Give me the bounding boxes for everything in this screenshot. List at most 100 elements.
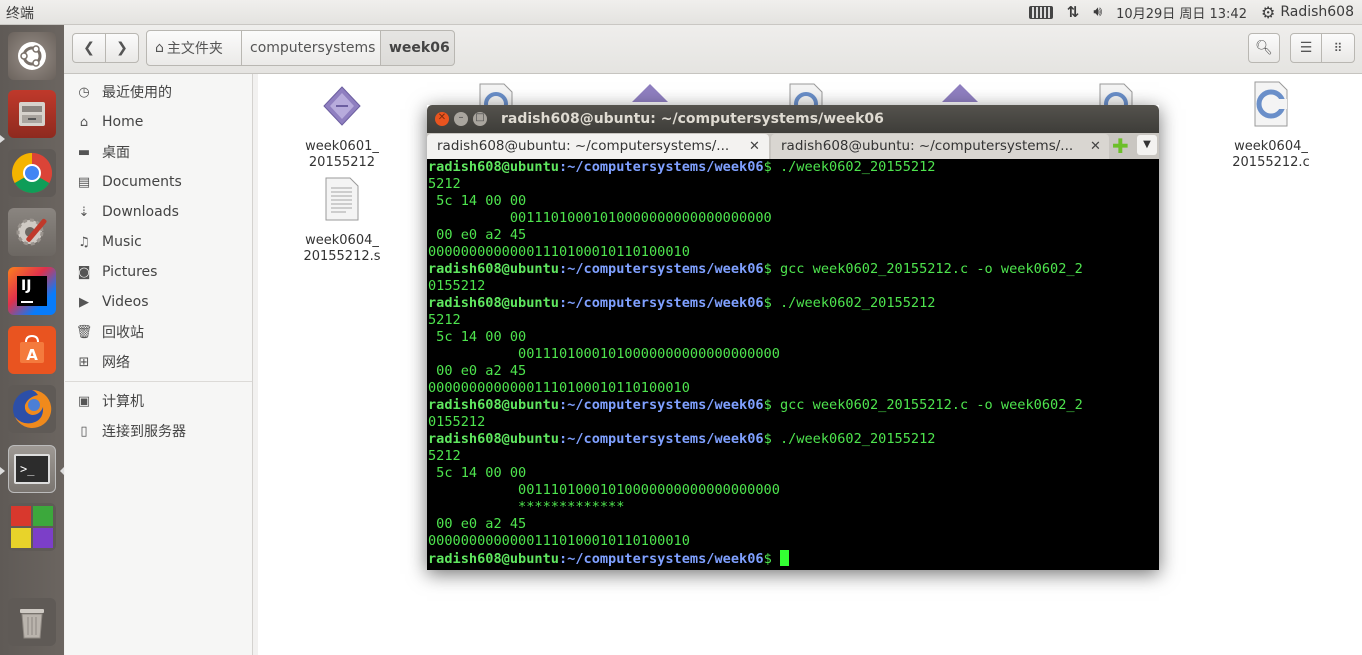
terminal-prompt-line: radish608@ubuntu:~/computersystems/week0… (428, 431, 1159, 448)
prompt-user: radish608@ubuntu (428, 551, 559, 567)
files-icon[interactable] (8, 90, 56, 138)
system-settings-icon[interactable] (8, 208, 56, 256)
forward-button[interactable]: ❯ (105, 33, 139, 63)
terminal-output-line: 00 e0 a2 45 (428, 363, 527, 379)
terminal-output-line: 00 e0 a2 45 (428, 516, 527, 532)
file-manager-toolbar: ❮ ❯ ⌂ 主文件夹 computersystems week06 🔍︎ ☰ ⠿ (64, 25, 1362, 74)
prompt-path: :~/computersystems/week06 (558, 295, 764, 311)
file-item[interactable]: week0601_ 20155212 (299, 84, 385, 171)
minimize-icon[interactable]: – (454, 112, 468, 126)
sidebar-item-home[interactable]: ⌂ Home (75, 109, 143, 135)
sidebar-item-desktop[interactable]: ▬ 桌面 (75, 139, 130, 165)
folder-icon: ▬ (77, 144, 91, 160)
chevron-left-icon: ❮ (83, 40, 95, 56)
maximize-icon[interactable]: □ (473, 112, 487, 126)
terminal-icon[interactable]: >_ (8, 445, 56, 493)
terminal-output-line: 5c 14 00 00 (428, 193, 527, 209)
prompt-symbol: $ (763, 295, 780, 311)
sidebar-item-label: Home (102, 114, 144, 130)
running-indicator (0, 135, 5, 143)
sidebar-item-documents[interactable]: ▤ Documents (75, 169, 182, 195)
file-item[interactable]: week0604_ 20155212.c (1228, 80, 1314, 171)
terminal-output[interactable]: radish608@ubuntu:~/computersystems/week0… (427, 159, 1159, 570)
terminal-output-line: 00000000000001110100010110100010 (428, 244, 690, 260)
running-indicator (0, 467, 5, 475)
search-button[interactable]: 🔍︎ (1248, 33, 1280, 63)
video-icon: ▶ (79, 294, 89, 310)
terminal-prompt-line: radish608@ubuntu:~/computersystems/week0… (428, 159, 1159, 176)
breadcrumb-week06[interactable]: week06 (380, 30, 455, 66)
network-icon: ⊞ (78, 354, 90, 370)
terminal-tab-1[interactable]: radish608@ubuntu: ~/computersystems/... … (427, 134, 769, 159)
sidebar-item-trash[interactable]: 🗑︎ 回收站 (75, 319, 144, 345)
firefox-icon[interactable] (8, 385, 56, 433)
volume-icon[interactable]: 🔊︎ (1093, 4, 1102, 20)
breadcrumb-label: 主文件夹 (166, 41, 223, 57)
sidebar-item-label: Downloads (102, 204, 179, 220)
sidebar-item-label: 计算机 (102, 394, 144, 410)
breadcrumb-home[interactable]: ⌂ 主文件夹 (146, 30, 242, 66)
sidebar-item-computer[interactable]: ▣ 计算机 (75, 388, 144, 414)
terminal-output-line: 00000000000001110100010110100010 (428, 380, 690, 396)
prompt-user: radish608@ubuntu (428, 295, 559, 311)
back-button[interactable]: ❮ (72, 33, 106, 63)
sidebar-item-label: 桌面 (102, 145, 130, 161)
prompt-symbol: $ (763, 159, 780, 175)
prompt-path: :~/computersystems/week06 (558, 551, 764, 567)
file-item[interactable]: week0604_ 20155212.s (299, 176, 385, 265)
intellij-icon[interactable]: IJ (8, 267, 56, 315)
list-view-button[interactable]: ☰ (1290, 33, 1322, 63)
sidebar-item-music[interactable]: ♫ Music (75, 229, 142, 255)
command-text: ./week0602_20155212 (779, 431, 936, 447)
workspaces-icon[interactable] (8, 503, 56, 551)
command-text: ./week0602_20155212 (779, 159, 936, 175)
close-icon[interactable]: ✕ (1090, 139, 1101, 154)
sidebar-item-label: 连接到服务器 (102, 424, 186, 440)
server-icon: ▯ (80, 423, 88, 439)
terminal-output-line: 5212 (428, 448, 461, 464)
search-icon: 🔍︎ (1255, 40, 1273, 56)
terminal-output-line: 00111010001010000000000000000000 (428, 346, 780, 362)
terminal-output-line: 0155212 (428, 414, 486, 430)
ubuntu-dash-icon[interactable] (8, 32, 56, 80)
sidebar-item-label: Music (102, 234, 142, 250)
grid-view-button[interactable]: ⠿ (1321, 33, 1355, 63)
terminal-output-line: 5212 (428, 176, 461, 192)
sidebar-item-connect-server[interactable]: ▯ 连接到服务器 (75, 418, 186, 444)
file-name: 20155212 (308, 155, 376, 170)
terminal-output-line: 00000000000001110100010110100010 (428, 533, 690, 549)
active-app-title: 终端 (6, 6, 34, 22)
c-source-icon (1254, 81, 1288, 127)
terminal-output-line: 00111010001010000000000000000000 (428, 210, 772, 226)
clock[interactable]: 10月29日 周日 13:42 (1116, 3, 1247, 22)
list-icon: ☰ (1299, 40, 1313, 56)
tab-label: radish608@ubuntu: ~/computersystems/... (437, 138, 730, 154)
svg-text:A: A (26, 346, 38, 364)
sidebar-item-recent[interactable]: ◷ 最近使用的 (75, 79, 172, 105)
terminal-tab-2[interactable]: radish608@ubuntu: ~/computersystems/... … (771, 134, 1109, 159)
sidebar-item-label: 网络 (102, 355, 130, 371)
terminal-output-line: 00 e0 a2 45 (428, 227, 527, 243)
network-arrows-icon[interactable]: ⇅ (1067, 3, 1080, 21)
keyboard-icon[interactable] (1028, 5, 1053, 19)
sidebar-item-network[interactable]: ⊞ 网络 (75, 349, 130, 375)
executable-icon (323, 86, 361, 126)
prompt-path: :~/computersystems/week06 (558, 159, 764, 175)
terminal-titlebar[interactable]: ✕ – □ radish608@ubuntu: ~/computersystem… (427, 105, 1159, 133)
close-icon[interactable]: ✕ (749, 139, 760, 154)
new-tab-plus-icon[interactable]: ✚ (1112, 136, 1129, 156)
prompt-symbol: $ (763, 551, 780, 567)
breadcrumb-computersystems[interactable]: computersystems (241, 30, 381, 66)
sidebar-item-pictures[interactable]: ◙ Pictures (75, 259, 158, 285)
sidebar-item-downloads[interactable]: ⇣ Downloads (75, 199, 179, 225)
session-menu[interactable]: ⚙ Radish608 (1261, 3, 1354, 22)
trash-icon[interactable] (8, 598, 56, 646)
software-center-icon[interactable]: A (8, 326, 56, 374)
close-icon[interactable]: ✕ (435, 112, 449, 126)
prompt-user: radish608@ubuntu (428, 431, 559, 447)
sidebar-item-videos[interactable]: ▶ Videos (75, 289, 149, 315)
command-text: gcc week0602_20155212.c -o week0602_2 (779, 397, 1083, 413)
tab-list-dropdown-icon[interactable]: ▼ (1137, 135, 1157, 155)
chrome-icon[interactable] (8, 149, 56, 197)
tab-label: radish608@ubuntu: ~/computersystems/... (781, 138, 1074, 154)
